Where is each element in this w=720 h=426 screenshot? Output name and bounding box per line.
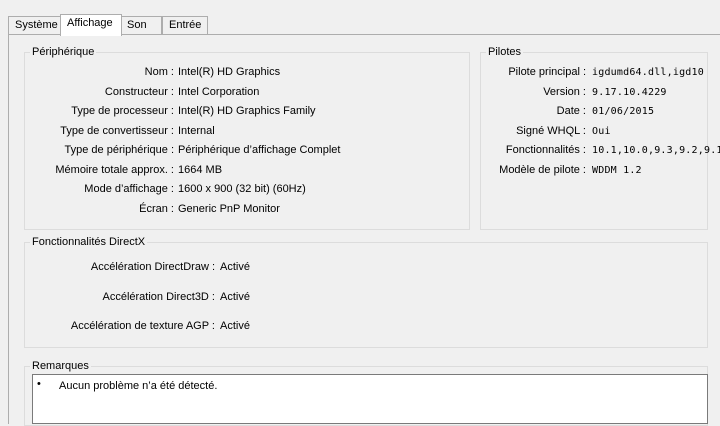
notes-item: Aucun problème n’a été détecté. xyxy=(59,380,218,392)
bullet-icon: • xyxy=(37,378,41,390)
driver-model-value: WDDM 1.2 xyxy=(592,165,642,176)
device-group-title: Périphérique xyxy=(30,46,97,58)
display-mode-label: Mode d’affichage : xyxy=(84,183,174,195)
driver-model-label: Modèle de pilote : xyxy=(499,164,586,176)
drivers-group xyxy=(480,52,708,230)
monitor-label: Écran : xyxy=(139,203,174,215)
tab-affichage[interactable]: Affichage xyxy=(60,14,122,36)
total-memory-value: 1664 MB xyxy=(178,164,223,176)
main-driver-label: Pilote principal : xyxy=(508,66,586,78)
chip-type-label: Type de processeur : xyxy=(71,105,174,117)
agp-texture-label: Accélération de texture AGP : xyxy=(70,320,215,332)
direct3d-value: Activé xyxy=(220,291,250,303)
driver-date-label: Date : xyxy=(556,105,586,117)
monitor-value: Generic PnP Monitor xyxy=(178,203,280,215)
tab-label: Affichage xyxy=(67,17,113,29)
driver-version-label: Version : xyxy=(543,86,586,98)
total-memory-label: Mémoire totale approx. : xyxy=(55,164,174,176)
device-name-value: Intel(R) HD Graphics xyxy=(178,66,281,78)
device-type-label: Type de périphérique : xyxy=(64,144,174,156)
notes-textbox[interactable]: • Aucun problème n’a été détecté. xyxy=(32,374,708,424)
directdraw-value: Activé xyxy=(220,261,250,273)
agp-texture-value: Activé xyxy=(220,320,250,332)
tab-label: Son xyxy=(127,19,147,31)
driver-version-value: 9.17.10.4229 xyxy=(592,87,667,98)
tab-systeme[interactable]: Système xyxy=(8,16,63,34)
feature-levels-label: Fonctionnalités : xyxy=(505,144,586,156)
drivers-group-title: Pilotes xyxy=(486,46,524,58)
whql-label: Signé WHQL : xyxy=(516,125,586,137)
tab-label: Entrée xyxy=(169,19,202,31)
dac-type-label: Type de convertisseur : xyxy=(60,125,174,137)
notes-group-title: Remarques xyxy=(30,360,91,372)
direct3d-label: Accélération Direct3D : xyxy=(102,291,216,303)
dac-type-value: Internal xyxy=(178,125,215,137)
directdraw-label: Accélération DirectDraw : xyxy=(90,261,215,273)
feature-levels-value: 10.1,10.0,9.3,9.2,9.1 xyxy=(592,145,720,156)
tab-entree[interactable]: Entrée xyxy=(162,16,208,34)
device-type-value: Périphérique d’affichage Complet xyxy=(178,144,341,156)
display-mode-value: 1600 x 900 (32 bit) (60Hz) xyxy=(178,183,306,195)
directx-group-title: Fonctionnalités DirectX xyxy=(30,236,148,248)
tab-label: Système xyxy=(15,19,58,31)
device-name-label: Nom : xyxy=(144,66,174,78)
device-manufacturer-label: Constructeur : xyxy=(104,86,174,98)
main-driver-value: igdumd64.dll,igd10 xyxy=(592,67,704,78)
whql-value: Oui xyxy=(592,126,611,137)
chip-type-value: Intel(R) HD Graphics Family xyxy=(178,105,316,117)
driver-date-value: 01/06/2015 xyxy=(592,106,655,117)
device-manufacturer-value: Intel Corporation xyxy=(178,86,260,98)
tab-son[interactable]: Son xyxy=(120,16,162,34)
